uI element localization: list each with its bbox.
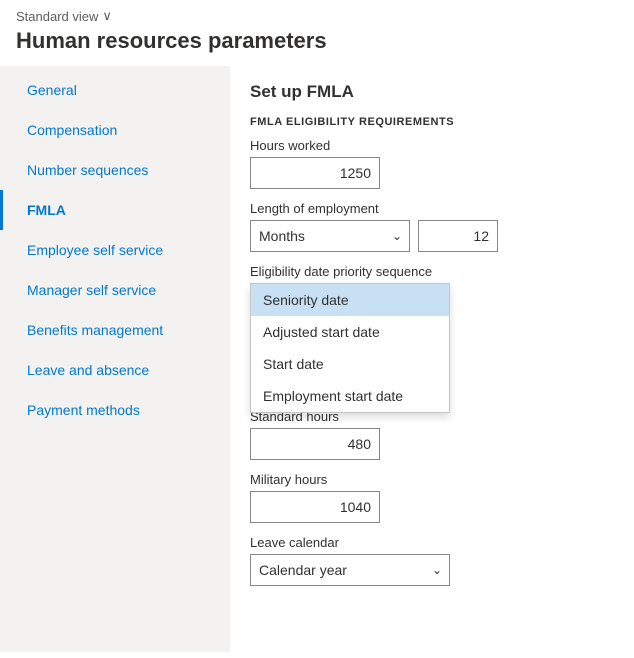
military-hours-group: Military hours [250, 472, 614, 523]
standard-view-bar[interactable]: Standard view ∨ [0, 0, 634, 28]
sidebar-item-general[interactable]: General [0, 70, 230, 110]
length-of-employment-group: Length of employment Months Years Days ⌄ [250, 201, 614, 252]
sidebar-item-fmla[interactable]: FMLA [0, 190, 230, 230]
leave-calendar-label: Leave calendar [250, 535, 614, 550]
priority-option-employment-start-date[interactable]: Employment start date [251, 380, 449, 412]
section-title: Set up FMLA [250, 82, 614, 102]
sidebar-item-leave-and-absence[interactable]: Leave and absence [0, 350, 230, 390]
leave-calendar-group: Leave calendar Calendar year Fiscal year… [250, 535, 614, 586]
length-value-input[interactable] [418, 220, 498, 252]
standard-hours-group: Standard hours [250, 409, 614, 460]
length-label: Length of employment [250, 201, 614, 216]
priority-dropdown: Seniority date Adjusted start date Start… [250, 283, 450, 413]
sidebar-item-compensation[interactable]: Compensation [0, 110, 230, 150]
military-hours-input[interactable] [250, 491, 380, 523]
leave-calendar-select[interactable]: Calendar year Fiscal year [250, 554, 450, 586]
military-hours-label: Military hours [250, 472, 614, 487]
priority-label: Eligibility date priority sequence [250, 264, 614, 279]
sidebar-item-payment-methods[interactable]: Payment methods [0, 390, 230, 430]
sidebar-item-employee-self-service[interactable]: Employee self service [0, 230, 230, 270]
hours-worked-input[interactable] [250, 157, 380, 189]
standard-view-label: Standard view [16, 9, 98, 24]
length-unit-select[interactable]: Months Years Days [250, 220, 410, 252]
chevron-down-icon: ∨ [102, 8, 112, 24]
sidebar-item-manager-self-service[interactable]: Manager self service [0, 270, 230, 310]
priority-option-start-date[interactable]: Start date [251, 348, 449, 380]
standard-hours-input[interactable] [250, 428, 380, 460]
eligibility-label: FMLA ELIGIBILITY REQUIREMENTS [250, 116, 614, 128]
page-title: Human resources parameters [0, 28, 634, 66]
sidebar-item-benefits-management[interactable]: Benefits management [0, 310, 230, 350]
length-row: Months Years Days ⌄ [250, 220, 614, 252]
priority-row: Seniority date Adjusted start date Start… [250, 283, 614, 375]
hours-worked-label: Hours worked [250, 138, 614, 153]
sidebar-item-number-sequences[interactable]: Number sequences [0, 150, 230, 190]
main-layout: General Compensation Number sequences FM… [0, 66, 634, 652]
sidebar: General Compensation Number sequences FM… [0, 66, 230, 652]
priority-option-adjusted-start-date[interactable]: Adjusted start date [251, 316, 449, 348]
priority-sequence-group: Eligibility date priority sequence Senio… [250, 264, 614, 375]
length-unit-select-container: Months Years Days ⌄ [250, 220, 410, 252]
priority-option-seniority-date[interactable]: Seniority date [251, 284, 449, 316]
leave-calendar-select-container: Calendar year Fiscal year ⌄ [250, 554, 450, 586]
hours-worked-group: Hours worked [250, 138, 614, 189]
main-content: Set up FMLA FMLA ELIGIBILITY REQUIREMENT… [230, 66, 634, 652]
entitlement-section: FMLA ENTITLEMENT Standard hours Military… [250, 387, 614, 586]
